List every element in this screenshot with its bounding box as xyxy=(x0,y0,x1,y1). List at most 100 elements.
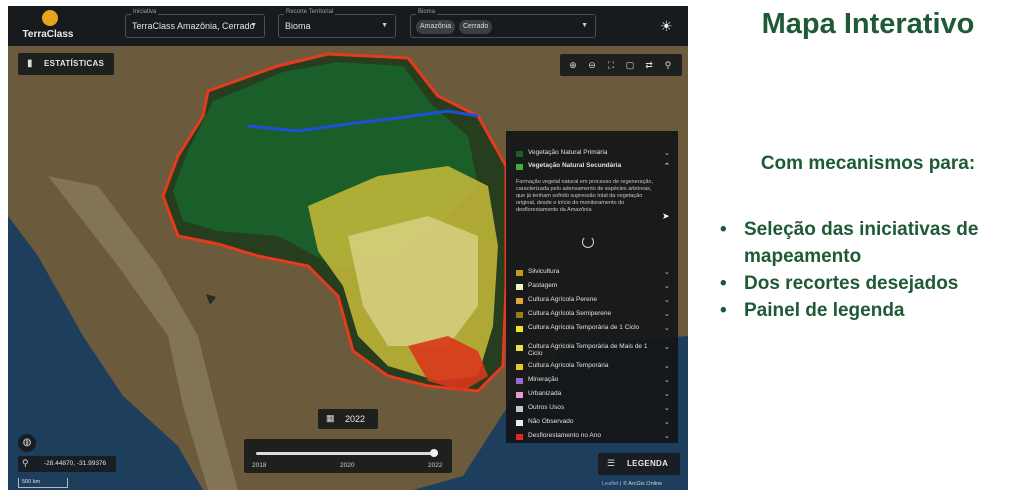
measure-icon[interactable]: ⇄ xyxy=(642,58,656,72)
chevron-down-icon: ▼ xyxy=(381,22,388,29)
list-icon: ☰ xyxy=(607,458,616,468)
timeline-label: 2018 xyxy=(252,462,267,469)
statistics-button[interactable]: ▮ ESTATÍSTICAS xyxy=(18,53,114,75)
legend-item-label: Cultura Agrícola Semiperene xyxy=(528,310,612,317)
slide-bullet-list: • Seleção das iniciativas de mapeamento •… xyxy=(712,216,1020,324)
bioma-label: Bioma xyxy=(416,9,438,15)
chevron-down-icon[interactable]: ⌄ xyxy=(664,282,670,290)
terraclass-app: TerraClass Iniciativa TerraClass Amazôni… xyxy=(8,6,688,490)
recorte-value: Bioma xyxy=(285,21,311,31)
legend-panel: Vegetação Natural Primária ⌄ Vegetação N… xyxy=(506,131,678,443)
chevron-down-icon[interactable]: ⌄ xyxy=(664,343,670,351)
timeline-track[interactable] xyxy=(256,452,438,455)
iniciativa-select[interactable]: Iniciativa TerraClass Amazônia, Cerrado … xyxy=(125,9,265,38)
legend-swatch xyxy=(516,420,523,426)
coordinate-value: -28.44870, -31.99376 xyxy=(44,460,107,467)
top-bar: TerraClass Iniciativa TerraClass Amazôni… xyxy=(8,6,688,46)
chevron-down-icon[interactable]: ⌄ xyxy=(664,324,670,332)
recorte-select[interactable]: Recorte Territorial Bioma ▼ xyxy=(278,9,396,38)
chevron-up-icon[interactable]: ⌃ xyxy=(664,162,670,170)
bullet-text: Dos recortes desejados xyxy=(744,273,959,294)
timeline-label: 2022 xyxy=(428,462,443,469)
chevron-down-icon: ▼ xyxy=(250,22,257,29)
legend-swatch xyxy=(516,284,523,290)
legend-swatch xyxy=(516,364,523,370)
zoom-in-icon[interactable]: ⊕ xyxy=(566,58,580,72)
mouse-cursor-icon: ➤ xyxy=(662,211,670,221)
legend-item-label: Vegetação Natural Secundária xyxy=(528,162,622,169)
legend-button[interactable]: ☰ LEGENDA xyxy=(598,453,680,475)
slide-bullet: • Painel de legenda xyxy=(712,297,1020,324)
chevron-down-icon[interactable]: ⌄ xyxy=(664,362,670,370)
year-value: 2022 xyxy=(345,414,366,424)
legend-item-label: Urbanizada xyxy=(528,390,562,397)
year-button[interactable]: ▦ 2022 xyxy=(318,409,378,429)
chevron-down-icon[interactable]: ⌄ xyxy=(664,432,670,440)
legend-item-label: Vegetação Natural Primária xyxy=(528,149,608,156)
scale-bar: 500 km xyxy=(18,478,68,488)
bioma-select[interactable]: Bioma Amazônia Cerrado ▼ xyxy=(410,9,596,38)
year-timeline[interactable]: 2018 2020 2022 xyxy=(244,439,452,473)
chevron-down-icon[interactable]: ⌄ xyxy=(664,418,670,426)
slide-subtitle: Com mecanismos para: xyxy=(760,153,976,174)
calendar-icon: ▦ xyxy=(326,413,335,423)
statistics-label: ESTATÍSTICAS xyxy=(44,59,105,68)
legend-item-label: Desflorestamento no Ano xyxy=(528,432,601,439)
legend-item-label: Outros Usos xyxy=(528,404,565,411)
legend-item-label: Silvicultura xyxy=(528,268,560,275)
legend-item-label: Cultura Agrícola Temporária de 1 Ciclo xyxy=(528,324,640,331)
legend-swatch xyxy=(516,326,523,332)
bioma-chip-cerrado[interactable]: Cerrado xyxy=(459,20,493,34)
location-pin-icon[interactable]: ⚲ xyxy=(661,58,675,72)
iniciativa-value: TerraClass Amazônia, Cerrado xyxy=(132,21,255,31)
legend-swatch xyxy=(516,270,523,276)
coordinate-readout[interactable]: ⚲ -28.44870, -31.99376 xyxy=(18,456,116,472)
chevron-down-icon[interactable]: ⌄ xyxy=(664,310,670,318)
slide-title: Mapa Interativo xyxy=(761,8,975,40)
zoom-out-icon[interactable]: ⊖ xyxy=(585,58,599,72)
chevron-down-icon[interactable]: ⌄ xyxy=(664,296,670,304)
layers-icon[interactable]: ▢ xyxy=(623,58,637,72)
map-attribution: Leaflet | © ArcGis Online xyxy=(602,481,662,487)
iniciativa-label: Iniciativa xyxy=(131,9,159,15)
fullscreen-icon[interactable]: ⛶ xyxy=(604,58,618,72)
attribution-text: | © ArcGis Online xyxy=(618,481,663,487)
bullet-dot: • xyxy=(720,300,727,321)
legend-swatch xyxy=(516,406,523,412)
legend-swatch xyxy=(516,378,523,384)
legend-swatch xyxy=(516,164,523,170)
legend-item-label: Cultura Agrícola Temporária xyxy=(528,362,609,369)
legend-description: Formação vegetal natural em processo de … xyxy=(516,179,653,213)
bullet-text: Seleção das iniciativas de mapeamento xyxy=(744,219,979,267)
chevron-down-icon[interactable]: ⌄ xyxy=(664,404,670,412)
loading-spinner-icon xyxy=(582,236,594,248)
legend-item-label: Pastagem xyxy=(528,282,558,289)
bar-chart-icon: ▮ xyxy=(27,58,33,69)
bioma-chip-amazonia[interactable]: Amazônia xyxy=(416,20,456,34)
legend-item-label: Não Observado xyxy=(528,418,574,425)
logo-text: TerraClass xyxy=(22,29,74,40)
chevron-down-icon: ▼ xyxy=(581,22,588,29)
legend-item-label: Cultura Agrícola Temporária de Mais de 1… xyxy=(528,343,648,357)
recorte-label: Recorte Territorial xyxy=(284,9,336,15)
legend-item-label: Mineração xyxy=(528,376,559,383)
sun-icon[interactable]: ☀ xyxy=(660,18,673,35)
terraclass-logo: TerraClass xyxy=(18,10,78,44)
chevron-down-icon[interactable]: ⌄ xyxy=(664,376,670,384)
legend-swatch xyxy=(516,434,523,440)
timeline-label: 2020 xyxy=(340,462,355,469)
chevron-down-icon[interactable]: ⌄ xyxy=(664,390,670,398)
timeline-handle[interactable] xyxy=(430,449,438,457)
slide-bullet: • Dos recortes desejados xyxy=(712,270,1020,297)
search-icon: ⚲ xyxy=(22,458,29,468)
legend-swatch xyxy=(516,345,523,351)
legend-swatch xyxy=(516,392,523,398)
slide-bullet: • Seleção das iniciativas de mapeamento xyxy=(712,216,1020,270)
globe-icon[interactable]: ◍ xyxy=(18,434,36,452)
legend-swatch xyxy=(516,151,523,157)
tree-icon xyxy=(42,10,58,26)
chevron-down-icon[interactable]: ⌄ xyxy=(664,149,670,157)
chevron-down-icon[interactable]: ⌄ xyxy=(664,268,670,276)
leaflet-link[interactable]: Leaflet xyxy=(602,481,619,487)
legend-swatch xyxy=(516,298,523,304)
